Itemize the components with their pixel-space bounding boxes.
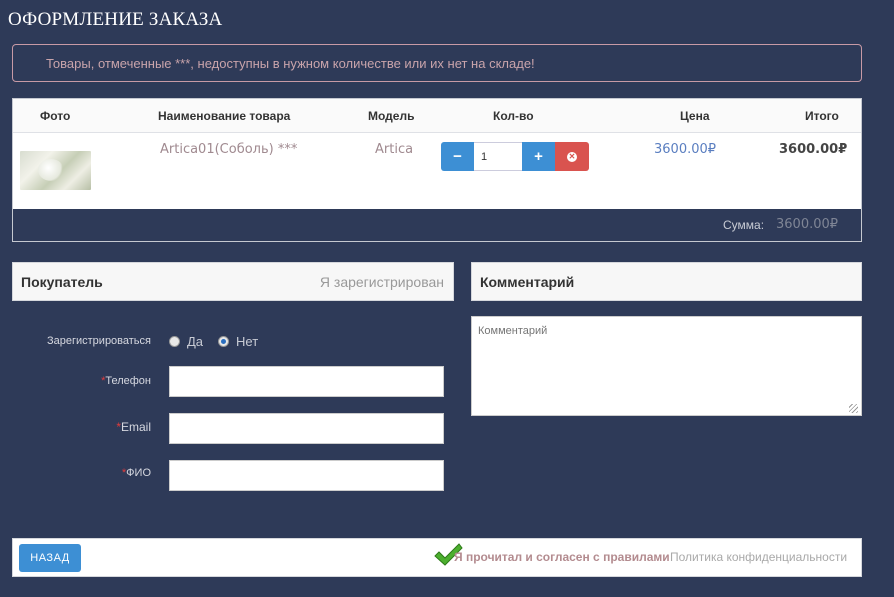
close-circle-icon: ✕: [567, 151, 577, 162]
column-price: Цена: [680, 109, 710, 123]
comment-textarea[interactable]: [471, 316, 862, 416]
product-total: 3600.00₽: [779, 142, 848, 157]
product-image[interactable]: [20, 151, 91, 190]
comment-panel-title: Комментарий: [480, 274, 575, 290]
email-field[interactable]: [169, 413, 444, 444]
register-no-radio[interactable]: [218, 336, 230, 347]
already-registered-link[interactable]: Я зарегистрирован: [320, 274, 444, 290]
sum-label: Сумма:: [723, 218, 765, 232]
register-yes-radio[interactable]: [169, 336, 180, 347]
cart-table: Фото Наименование товара Модель Кол-во Ц…: [12, 98, 862, 242]
phone-label-text: Телефон: [105, 375, 151, 387]
product-price: 3600.00₽: [654, 142, 717, 157]
stock-alert: Товары, отмеченные ***, недоступны в нуж…: [12, 44, 862, 82]
comment-panel-header: Комментарий: [471, 262, 862, 301]
quantity-stepper: − + ✕: [441, 142, 589, 171]
buyer-panel-header: Покупатель Я зарегистрирован: [12, 262, 454, 301]
fullname-label-text: ФИО: [126, 467, 151, 479]
quantity-minus-button[interactable]: −: [441, 142, 474, 171]
resize-grip-icon[interactable]: [849, 404, 858, 413]
product-model: Artica: [375, 142, 414, 157]
cart-summary: Сумма: 3600.00₽: [13, 209, 861, 241]
register-radio-group: Да Нет: [169, 334, 258, 349]
fullname-label: *ФИО: [30, 467, 151, 479]
cart-table-header: Фото Наименование товара Модель Кол-во Ц…: [13, 99, 861, 133]
email-label-text: Email: [120, 420, 151, 434]
register-no-label: Нет: [236, 334, 259, 349]
quantity-plus-button[interactable]: +: [522, 142, 555, 171]
column-product-name: Наименование товара: [158, 109, 291, 123]
register-yes-label: Да: [187, 334, 204, 349]
buyer-panel-title: Покупатель: [21, 274, 103, 290]
agree-rules-label[interactable]: Я прочитал и согласен с правилами: [454, 550, 670, 564]
column-total: Итого: [805, 109, 839, 123]
phone-field[interactable]: [169, 366, 444, 397]
register-label: Зарегистрироваться: [46, 335, 151, 347]
phone-label: *Телефон: [30, 375, 151, 387]
column-model: Модель: [368, 109, 415, 123]
privacy-policy-link[interactable]: Политика конфиденциальности: [670, 550, 847, 564]
column-quantity: Кол-во: [493, 109, 534, 123]
back-button[interactable]: НАЗАД: [19, 544, 81, 572]
product-name-link[interactable]: Artica01(Соболь) ***: [160, 142, 297, 157]
column-photo: Фото: [40, 109, 71, 123]
quantity-input[interactable]: [474, 142, 522, 171]
sum-value: 3600.00₽: [776, 217, 839, 232]
email-label: *Email: [30, 420, 151, 434]
page-title: ОФОРМЛЕНИЕ ЗАКАЗА: [8, 9, 223, 30]
fullname-field[interactable]: [169, 460, 444, 491]
checkout-footer: НАЗАД Я прочитал и согласен с правилами …: [12, 538, 862, 577]
plus-icon: +: [534, 148, 543, 165]
remove-item-button[interactable]: ✕: [555, 142, 589, 171]
minus-icon: −: [453, 148, 462, 165]
